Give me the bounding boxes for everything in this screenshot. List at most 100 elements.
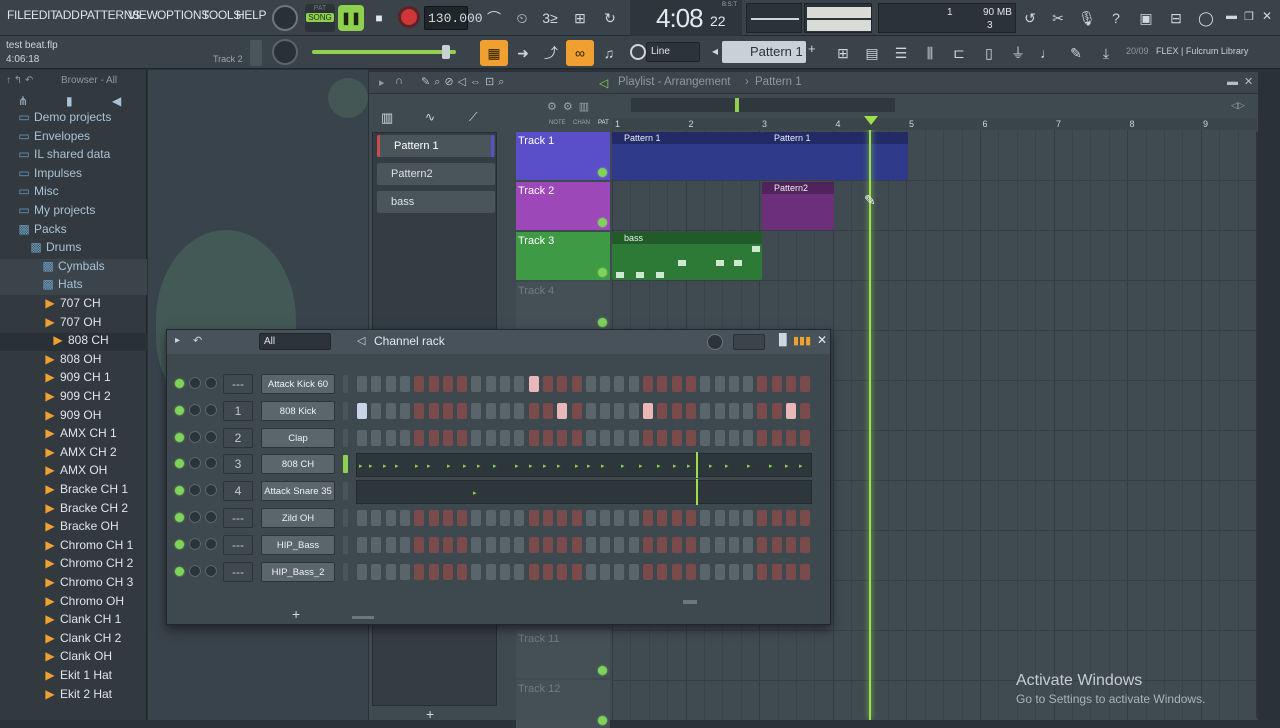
step-button[interactable] [714,376,725,392]
step-button[interactable] [428,402,439,419]
step-button[interactable] [371,536,382,553]
step-button[interactable] [700,510,711,526]
browser-icon[interactable]: ▯ [975,40,1003,66]
channel-mute-led[interactable] [175,566,184,576]
plugin-icon[interactable]: ⏚ [1004,40,1032,66]
step-button[interactable] [514,402,525,419]
step-button[interactable] [399,510,410,526]
step-button[interactable] [728,376,739,392]
step-button[interactable] [771,376,782,392]
graph-icon[interactable]: ▐▌ [775,334,791,346]
zoom-icon[interactable]: ◁▷ [1231,100,1245,111]
rack-menu-icon[interactable]: ▸ [175,335,180,346]
step-button[interactable] [614,563,625,580]
step-button[interactable] [514,563,525,580]
channel-select-indicator[interactable] [343,401,348,420]
step-button[interactable] [585,563,596,580]
browser-item[interactable]: ▭ Misc [0,184,147,202]
restore-icon[interactable]: ❐ [1244,10,1254,23]
step-button[interactable] [399,536,410,553]
step-button[interactable] [357,376,367,392]
playhead-marker-icon[interactable] [864,116,878,125]
step-button[interactable] [628,510,639,526]
browser-item[interactable]: ▶ Bracke OH [0,519,147,537]
channel-name-button[interactable]: 808 CH [261,454,335,475]
step-button[interactable] [700,563,711,580]
step-button[interactable] [643,563,653,580]
browser-item[interactable]: ▶ Chromo CH 2 [0,556,147,574]
step-button[interactable] [700,376,711,392]
step-button[interactable] [485,402,496,419]
bell-icon[interactable]: ♫ [595,40,623,66]
step-button[interactable] [485,536,496,553]
browser-item[interactable]: ▭ My projects [0,203,147,221]
step-button[interactable] [786,402,796,419]
step-button[interactable] [800,510,811,526]
menu-file[interactable]: FILE [7,8,31,22]
step-button[interactable] [771,536,782,553]
step-button[interactable] [557,563,568,580]
track-header-3[interactable]: Track 3 [516,232,610,280]
step-button[interactable] [457,429,468,446]
typing-keyboard-icon[interactable]: ▦ [480,40,508,66]
step-button[interactable] [657,563,668,580]
browser-item[interactable]: ▭ Impulses [0,166,147,184]
channel-pan-knob[interactable] [189,564,201,577]
playlist-view-icon[interactable]: ⊞ [829,40,857,66]
step-button[interactable] [600,536,611,553]
step-button[interactable] [414,510,425,526]
step-button[interactable] [428,563,439,580]
step-button[interactable] [600,429,611,446]
step-button[interactable] [714,510,725,526]
rack-undo-icon[interactable]: ↶ [193,334,202,347]
step-button[interactable] [528,536,539,553]
step-button[interactable] [600,563,611,580]
metronome-icon[interactable]: ⌒ [480,4,508,32]
browser-item[interactable]: ▶ Ekit 2 Hat [0,687,147,705]
channel-mixer-track[interactable]: --- [223,534,253,555]
channel-name-button[interactable]: Clap [261,427,335,448]
channel-volume-knob[interactable] [205,430,217,443]
step-button[interactable] [614,376,625,392]
step-button[interactable] [385,536,396,553]
download-icon[interactable]: ⤓ [1092,40,1120,66]
step-edit-icon[interactable]: ⊞ [566,4,594,32]
channel-name-button[interactable]: HIP_Bass [261,534,335,555]
browser-item[interactable]: ▶ Bracke CH 2 [0,501,147,519]
step-button[interactable] [385,429,396,446]
minimize-icon[interactable]: ▬ [1226,10,1237,22]
step-button[interactable] [485,376,496,392]
browser-item[interactable]: ▭ Envelopes [0,129,147,147]
channel-volume-knob[interactable] [205,377,217,389]
browser-item[interactable]: ▶ AMX CH 1 [0,426,147,444]
browser-speaker-icon[interactable]: ◀ [112,94,121,108]
step-button[interactable] [743,402,754,419]
magnet-icon[interactable]: ∩ [395,75,403,87]
step-button[interactable] [728,429,739,446]
playlist-tools-icons[interactable]: ✎⌕⊘◁⇔⊡⌕ [421,75,508,89]
step-button[interactable] [571,402,582,419]
browser-item[interactable]: ▶ Clank OH [0,649,147,667]
step-button[interactable] [643,510,653,526]
stop-button[interactable]: ■ [367,5,391,31]
browser-item[interactable]: ▶ Clank CH 1 [0,612,147,630]
step-button[interactable] [557,536,568,553]
tempo-tapper-icon[interactable]: ♩ [1033,40,1061,66]
browser-nav-icons[interactable]: ↑ ↰ ↶ [6,75,33,86]
channel-select-indicator[interactable] [343,482,348,501]
step-button[interactable] [657,510,668,526]
step-button[interactable] [728,402,739,419]
step-button[interactable] [671,563,682,580]
step-button[interactable] [585,536,596,553]
step-button[interactable] [614,536,625,553]
step-button[interactable] [428,429,439,446]
step-button[interactable] [542,510,553,526]
channel-name-button[interactable]: Zild OH [261,508,335,528]
step-button[interactable] [743,510,754,526]
step-button[interactable] [643,429,653,446]
countdown-icon[interactable]: 3≥ [536,4,564,32]
step-button[interactable] [471,563,482,580]
step-button[interactable] [800,536,811,553]
rack-hscroll[interactable] [352,616,374,619]
step-button[interactable] [714,563,725,580]
